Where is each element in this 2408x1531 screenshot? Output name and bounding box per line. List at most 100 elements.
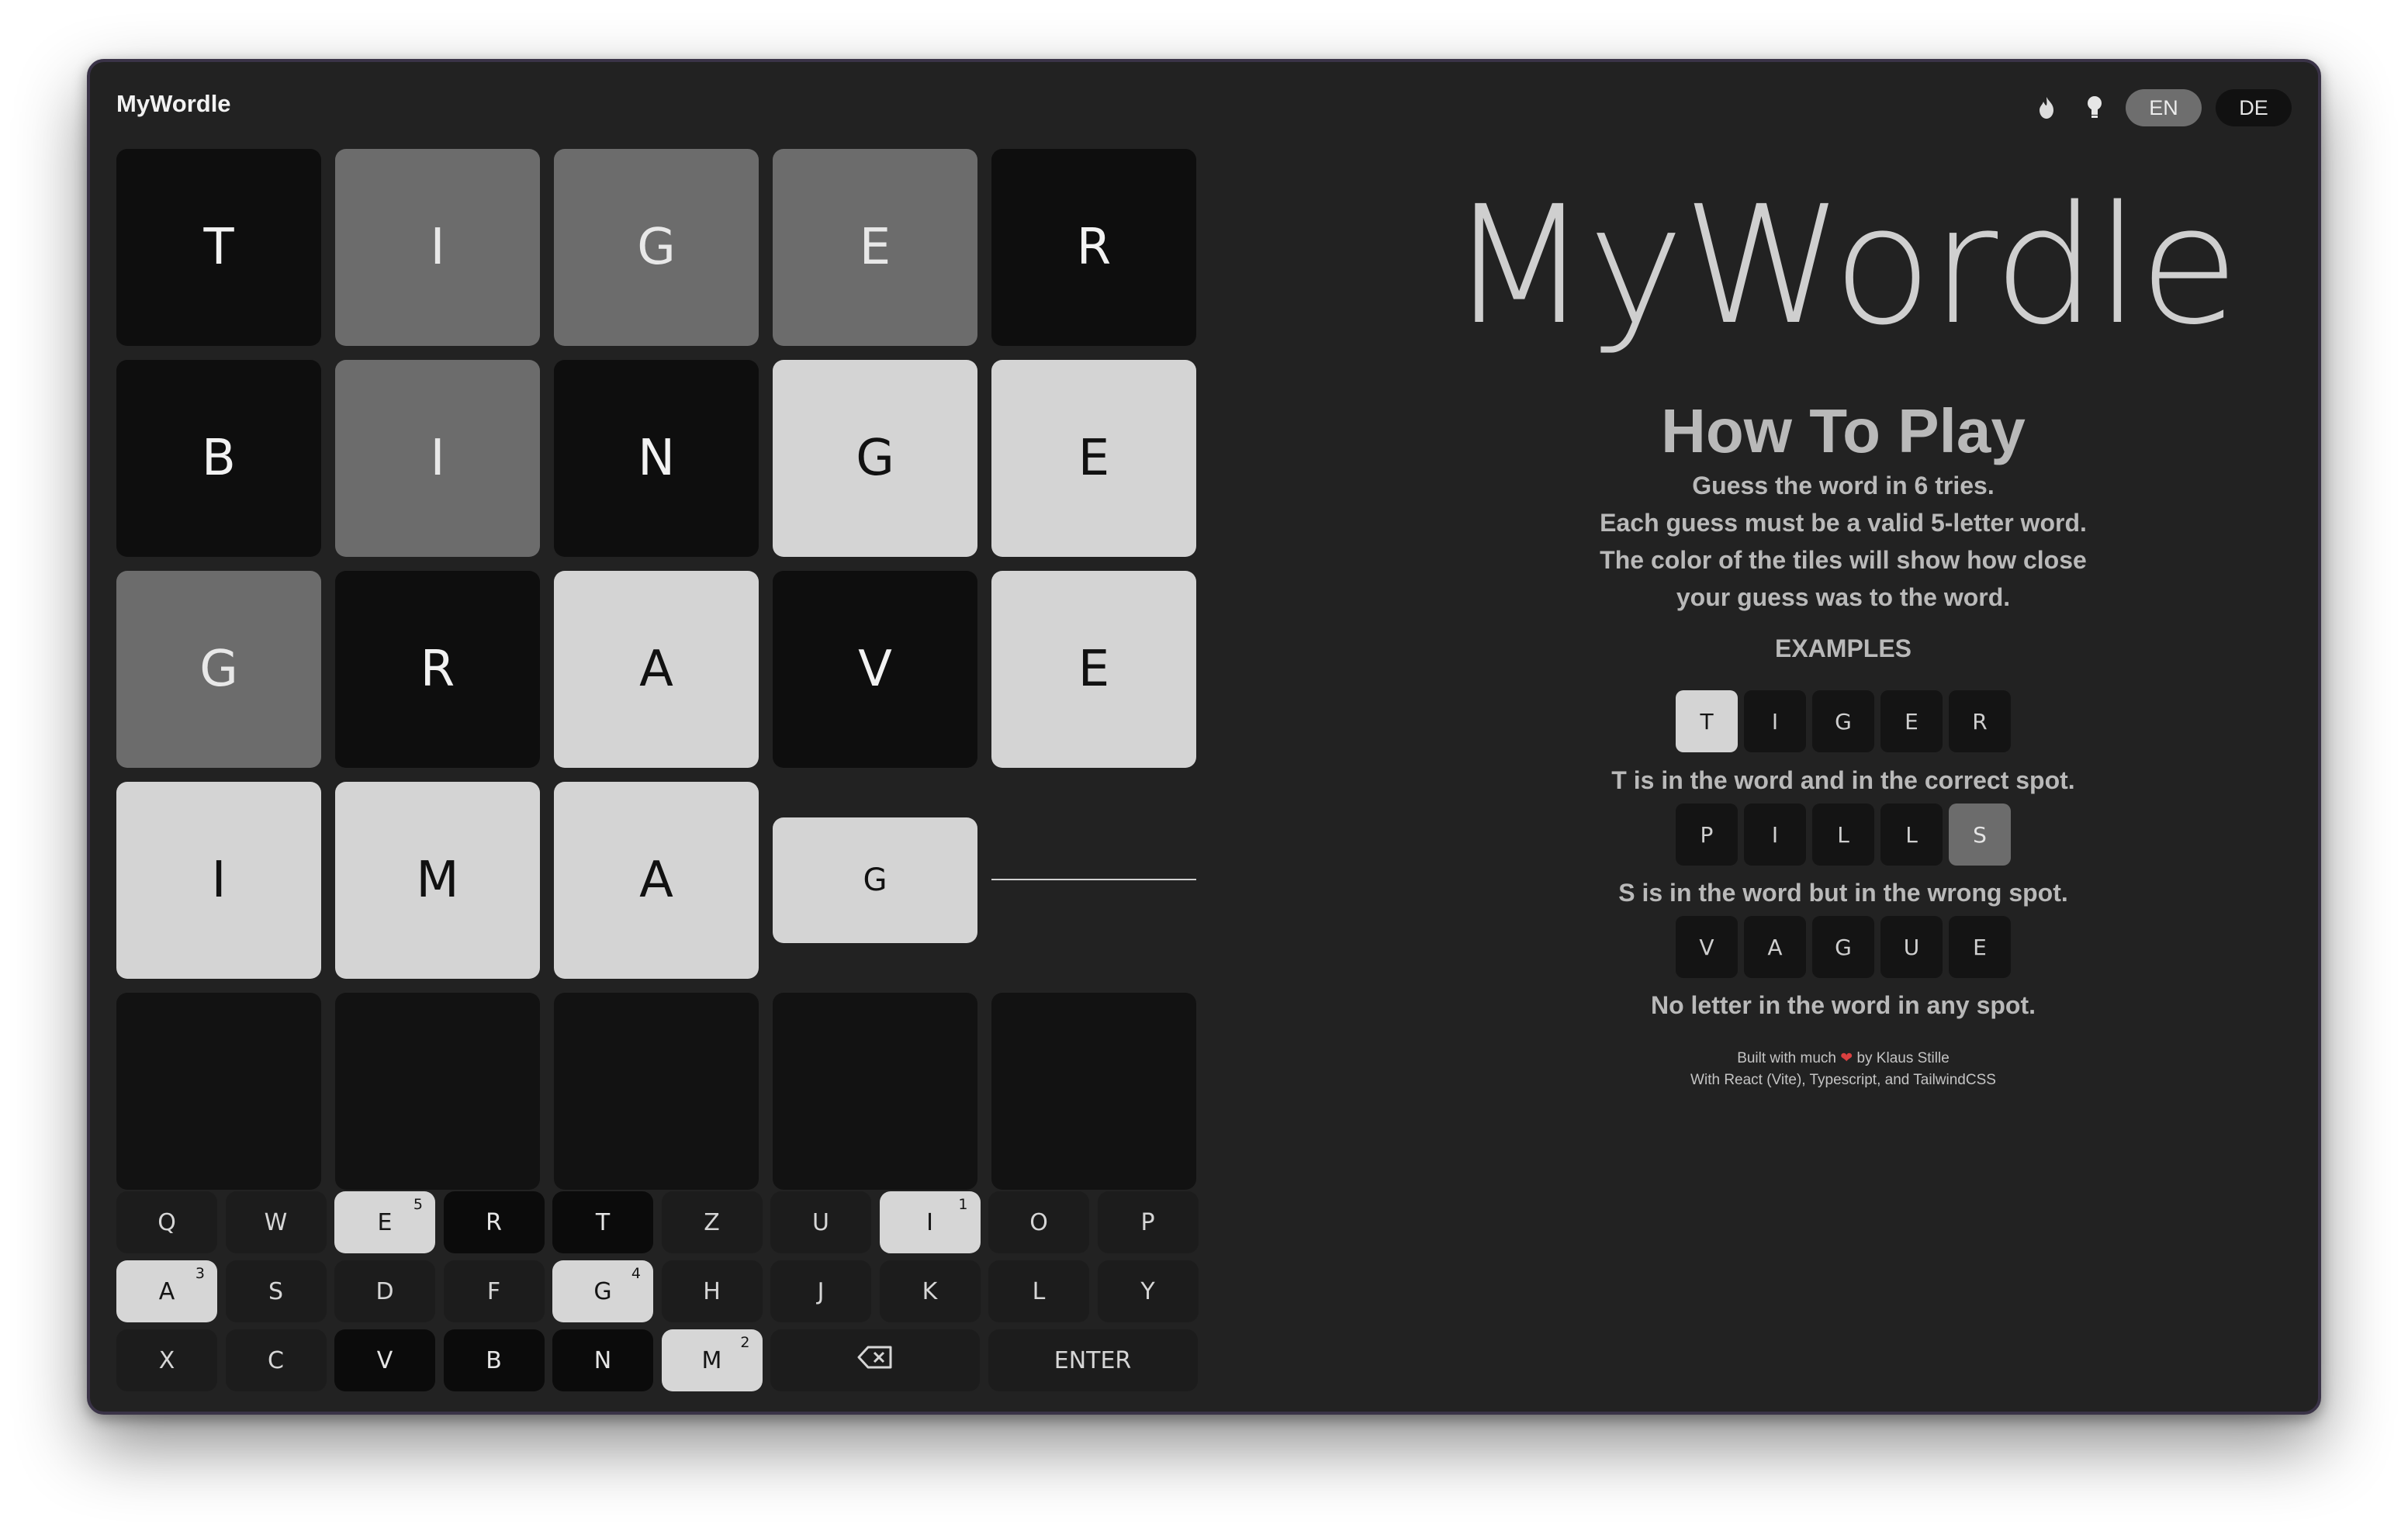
key-a[interactable]: A3 [116, 1260, 217, 1322]
key-position-badge: 3 [195, 1265, 205, 1282]
language-en-button[interactable]: EN [2126, 89, 2202, 126]
board-tile: G [773, 817, 977, 943]
board-tile [773, 993, 977, 1190]
key-label: T [595, 1208, 611, 1236]
key-label: M [701, 1346, 722, 1374]
example-tile: S [1949, 804, 2011, 866]
board-tile: G [554, 149, 759, 346]
board-tile: R [991, 149, 1196, 346]
board-tile: G [116, 571, 321, 768]
how-line: The color of the tiles will show how clo… [1600, 546, 2087, 574]
key-s[interactable]: S [225, 1260, 327, 1322]
how-line: Guess the word in 6 tries. [1692, 472, 1995, 499]
logo-title: MyWordle [1448, 171, 2240, 361]
key-label: Y [1140, 1277, 1155, 1305]
key-label: W [264, 1208, 288, 1236]
key-label: Z [704, 1208, 720, 1236]
language-de-button[interactable]: DE [2216, 89, 2292, 126]
how-line: your guess was to the word. [1676, 583, 2011, 611]
key-d[interactable]: D [334, 1260, 435, 1322]
board-tile [116, 993, 321, 1190]
example-tile: P [1676, 804, 1738, 866]
key-label: S [268, 1277, 284, 1305]
key-u[interactable]: U [770, 1191, 871, 1253]
board-tile [991, 993, 1196, 1190]
board-tile [991, 879, 1196, 883]
key-n[interactable]: N [552, 1329, 653, 1391]
top-controls: EN DE [2029, 88, 2292, 127]
key-g[interactable]: G4 [552, 1260, 653, 1322]
board-tile [335, 993, 540, 1190]
key-k[interactable]: K [879, 1260, 981, 1322]
example-description: No letter in the word in any spot. [1650, 991, 2036, 1019]
key-label: D [375, 1277, 394, 1305]
example-tile: V [1676, 916, 1738, 978]
key-label: A [158, 1277, 175, 1305]
key-w[interactable]: W [225, 1191, 327, 1253]
board-tile: I [335, 360, 540, 557]
key-label: O [1029, 1208, 1048, 1236]
key-f[interactable]: F [443, 1260, 545, 1322]
board-tile: B [116, 360, 321, 557]
enter-key[interactable]: ENTER [988, 1329, 1198, 1391]
key-label: K [922, 1277, 938, 1305]
key-label: R [486, 1208, 502, 1236]
app-window: MyWordle EN DE TIGERBINGEGRAVEIMAG QWE5R… [87, 59, 2321, 1415]
footer-credit: Built with much ❤ by Klaus Stille [1300, 1049, 2318, 1067]
example-tile: E [1880, 690, 1943, 752]
footer-tech: With React (Vite), Typescript, and Tailw… [1690, 1072, 1996, 1088]
key-z[interactable]: Z [661, 1191, 763, 1253]
lightbulb-icon[interactable] [2078, 91, 2112, 125]
key-label: ENTER [1054, 1346, 1132, 1374]
key-label: B [486, 1346, 502, 1374]
board-tile: M [335, 782, 540, 979]
board-tile: T [116, 149, 321, 346]
key-t[interactable]: T [552, 1191, 653, 1253]
key-v[interactable]: V [334, 1329, 435, 1391]
key-label: I [926, 1208, 933, 1236]
examples-label: EXAMPLES [1774, 634, 1912, 662]
board-tile: V [773, 571, 977, 768]
key-c[interactable]: C [225, 1329, 327, 1391]
example-row-pills: PILLS [1300, 804, 2318, 866]
example-row-vague: VAGUE [1300, 916, 2318, 978]
how-line: Each guess must be a valid 5-letter word… [1600, 509, 2087, 537]
key-position-badge: 1 [958, 1196, 968, 1213]
key-i[interactable]: I1 [879, 1191, 981, 1253]
key-r[interactable]: R [443, 1191, 545, 1253]
example-tile: L [1812, 804, 1874, 866]
key-label: Q [157, 1208, 176, 1236]
how-to-play-text: Guess the word in 6 tries. Each guess mu… [1300, 467, 2318, 616]
key-b[interactable]: B [443, 1329, 545, 1391]
footer-text: by Klaus Stille [1856, 1050, 1950, 1066]
key-p[interactable]: P [1097, 1191, 1199, 1253]
key-label: F [486, 1277, 501, 1305]
example-tile: G [1812, 690, 1874, 752]
key-j[interactable]: J [770, 1260, 871, 1322]
backspace-key[interactable] [770, 1329, 980, 1391]
key-label: G [593, 1277, 612, 1305]
board-tile: R [335, 571, 540, 768]
footer-text: Built with much [1737, 1050, 1836, 1066]
key-o[interactable]: O [988, 1191, 1089, 1253]
board-tile: E [991, 360, 1196, 557]
example-tile: I [1744, 690, 1806, 752]
app-title: MyWordle [116, 90, 231, 117]
example-tile: I [1744, 804, 1806, 866]
example-row-tiger: TIGER [1300, 690, 2318, 752]
key-h[interactable]: H [661, 1260, 763, 1322]
key-m[interactable]: M2 [661, 1329, 763, 1391]
key-label: U [812, 1208, 829, 1236]
key-label: V [376, 1346, 393, 1374]
key-x[interactable]: X [116, 1329, 217, 1391]
flame-icon[interactable] [2029, 91, 2064, 125]
key-l[interactable]: L [988, 1260, 1089, 1322]
key-label: E [377, 1208, 393, 1236]
key-position-badge: 5 [413, 1196, 423, 1213]
key-e[interactable]: E5 [334, 1191, 435, 1253]
key-q[interactable]: Q [116, 1191, 217, 1253]
board-tile [554, 993, 759, 1190]
board-tile: E [773, 149, 977, 346]
board-tile: I [335, 149, 540, 346]
key-y[interactable]: Y [1097, 1260, 1199, 1322]
